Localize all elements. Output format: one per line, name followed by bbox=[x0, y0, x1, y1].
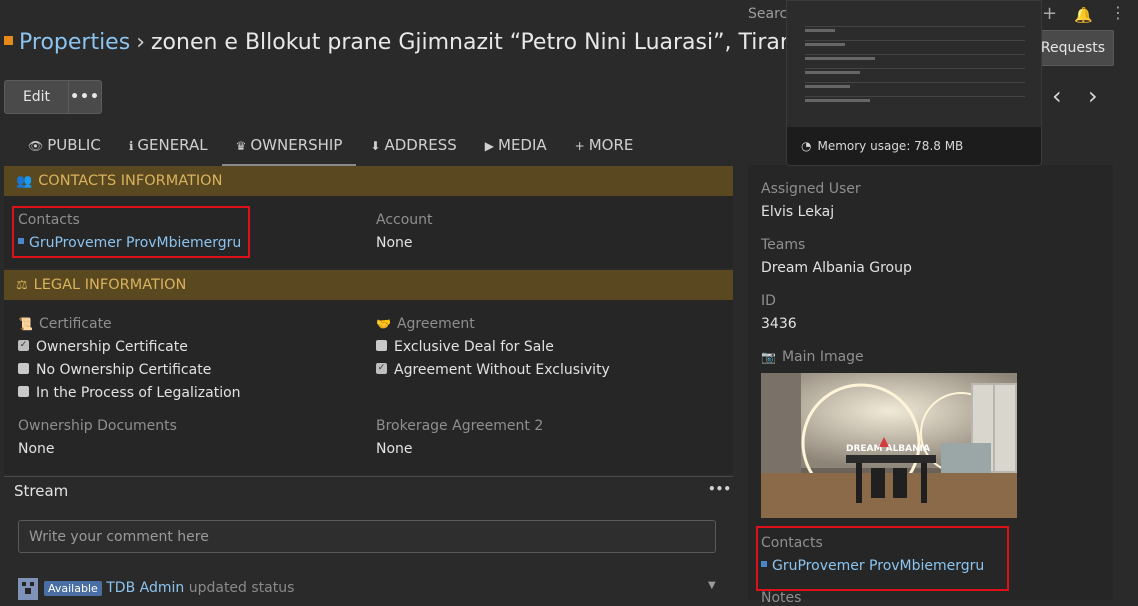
contacts-field-label: Contacts bbox=[18, 212, 80, 228]
id-value: 3436 bbox=[761, 316, 797, 332]
contact-color-square bbox=[18, 238, 24, 244]
assigned-user-link[interactable]: Elvis Lekaj bbox=[761, 204, 834, 220]
contact-color-square bbox=[761, 561, 767, 567]
requests-button[interactable]: Requests bbox=[1032, 30, 1114, 66]
checkbox-unchecked bbox=[18, 385, 29, 397]
certificate-option: ✓ Ownership Certificate bbox=[18, 339, 188, 355]
agreement-option: Exclusive Deal for Sale bbox=[376, 339, 554, 355]
memory-usage-popup: ◔ Memory usage: 78.8 MB bbox=[786, 0, 1042, 166]
checkbox-checked: ✓ bbox=[18, 339, 29, 351]
id-label: ID bbox=[761, 293, 776, 309]
stream-action-text: updated status bbox=[188, 580, 295, 596]
scales-icon: ⚖ bbox=[16, 277, 28, 293]
ownership-documents-label: Ownership Documents bbox=[18, 418, 177, 434]
status-badge: Available bbox=[44, 581, 102, 596]
plus-icon[interactable]: + bbox=[1042, 3, 1057, 24]
next-record-icon[interactable]: › bbox=[1088, 82, 1098, 110]
teams-link[interactable]: Dream Albania Group bbox=[761, 260, 912, 276]
contacts-field-value: GruProvemer ProvMbiemergru bbox=[18, 235, 241, 251]
contacts-panel-header: 👥 CONTACTS INFORMATION bbox=[4, 166, 733, 196]
teams-label: Teams bbox=[761, 237, 806, 253]
eye-icon: 👁 bbox=[28, 139, 44, 153]
contact-link[interactable]: GruProvemer ProvMbiemergru bbox=[29, 235, 241, 251]
stream-menu-button[interactable]: ••• bbox=[708, 482, 731, 496]
camera-icon: 📷 bbox=[761, 350, 776, 364]
assigned-user-label: Assigned User bbox=[761, 181, 861, 197]
agreement-field-label: 🤝 Agreement bbox=[376, 316, 475, 332]
bell-icon[interactable]: 🔔 bbox=[1074, 6, 1093, 24]
crown-icon: ♛ bbox=[235, 139, 247, 153]
tab-media[interactable]: ▶ MEDIA bbox=[471, 128, 561, 164]
notes-label: Notes bbox=[761, 590, 802, 606]
certificate-option: In the Process of Legalization bbox=[18, 385, 241, 401]
entity-color-square bbox=[4, 35, 13, 45]
account-field-label: Account bbox=[376, 212, 433, 228]
page-title: Properties › zonen e Bllokut prane Gjimnaz… bbox=[4, 30, 807, 55]
brokerage-agreement-label: Brokerage Agreement 2 bbox=[376, 418, 544, 434]
side-contacts-value: GruProvemer ProvMbiemergru bbox=[761, 558, 984, 574]
main-image-label: 📷 Main Image bbox=[761, 349, 864, 365]
chevron-down-icon[interactable]: ▼ bbox=[708, 580, 716, 591]
breadcrumb-separator: › bbox=[136, 30, 145, 55]
info-icon: ℹ bbox=[128, 139, 134, 153]
play-icon: ▶ bbox=[484, 139, 495, 153]
legal-panel-header: ⚖ LEGAL INFORMATION bbox=[4, 270, 733, 300]
kebab-menu-icon[interactable]: ⋮ bbox=[1110, 3, 1126, 22]
checkbox-unchecked bbox=[18, 362, 29, 374]
previous-record-icon[interactable]: ‹ bbox=[1052, 82, 1062, 110]
checkbox-unchecked bbox=[376, 339, 387, 351]
edit-button[interactable]: Edit bbox=[4, 80, 69, 114]
stream-entry: Available TDB Admin updated status bbox=[44, 580, 294, 596]
popup-preview bbox=[787, 1, 1041, 127]
record-name: zonen e Bllokut prane Gjimnazit “Petro N… bbox=[151, 30, 808, 55]
certificate-field-label: 📜 Certificate bbox=[18, 316, 112, 332]
stream-user-link[interactable]: TDB Admin bbox=[106, 580, 184, 596]
tab-address[interactable]: ⬇ ADDRESS bbox=[356, 128, 470, 164]
record-actions: Edit ••• bbox=[4, 80, 102, 114]
main-image[interactable]: DREAM ALBANIA bbox=[761, 373, 1017, 518]
tab-public[interactable]: 👁 PUBLIC bbox=[14, 128, 115, 164]
download-arrow-icon: ⬇ bbox=[370, 139, 381, 153]
gauge-icon: ◔ bbox=[801, 139, 812, 153]
plus-icon: + bbox=[574, 139, 585, 153]
agreement-option: ✓ Agreement Without Exclusivity bbox=[376, 362, 610, 378]
memory-usage-text: ◔ Memory usage: 78.8 MB bbox=[801, 139, 964, 153]
breadcrumb-properties-link[interactable]: Properties bbox=[19, 30, 130, 55]
account-field-value: None bbox=[376, 235, 413, 251]
handshake-icon: 🤝 bbox=[376, 317, 391, 331]
ownership-documents-value: None bbox=[18, 441, 55, 457]
contacts-icon: 👥 bbox=[16, 173, 33, 189]
side-contacts-label: Contacts bbox=[761, 535, 823, 551]
side-contact-link[interactable]: GruProvemer ProvMbiemergru bbox=[772, 558, 984, 574]
tab-general[interactable]: ℹ GENERAL bbox=[115, 128, 222, 164]
certificate-option: No Ownership Certificate bbox=[18, 362, 211, 378]
stream-header bbox=[4, 476, 733, 507]
brokerage-agreement-value: None bbox=[376, 441, 413, 457]
record-tabs: 👁 PUBLIC ℹ GENERAL ♛ OWNERSHIP ⬇ ADDRESS ▶ ME… bbox=[14, 128, 648, 166]
stream-title: Stream bbox=[14, 482, 69, 500]
comment-input[interactable]: Write your comment here bbox=[18, 520, 716, 553]
certificate-icon: 📜 bbox=[18, 317, 33, 331]
checkbox-checked: ✓ bbox=[376, 362, 387, 374]
tab-more[interactable]: + MORE bbox=[561, 128, 648, 164]
more-actions-button[interactable]: ••• bbox=[69, 80, 102, 114]
avatar bbox=[18, 578, 38, 600]
tab-ownership[interactable]: ♛ OWNERSHIP bbox=[221, 128, 357, 166]
